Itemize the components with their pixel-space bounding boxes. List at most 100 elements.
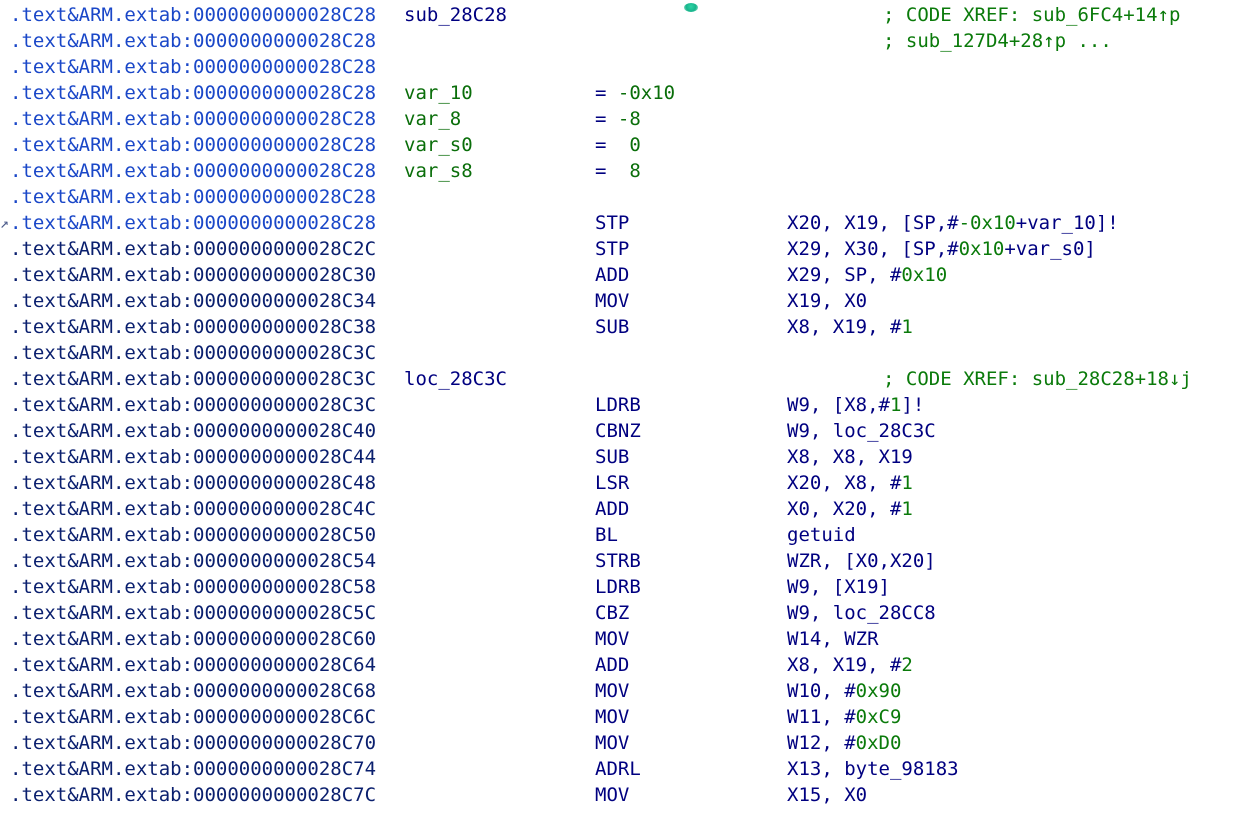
mnemonic[interactable]: MOV — [595, 704, 629, 730]
listing-row[interactable]: .text&ARM.extab:0000000000028C3C loc_28C3… — [0, 366, 1248, 392]
stack-offset-value[interactable]: = -0x10 — [595, 80, 675, 106]
address[interactable]: .text&ARM.extab:0000000000028C50 — [10, 522, 376, 548]
operands[interactable]: W14, WZR — [787, 626, 879, 652]
address[interactable]: .text&ARM.extab:0000000000028C28 — [10, 2, 376, 28]
address[interactable]: .text&ARM.extab:0000000000028C4C — [10, 496, 376, 522]
stack-variable[interactable]: var_8 — [404, 106, 461, 132]
operands[interactable]: getuid — [787, 522, 856, 548]
listing-row[interactable]: .text&ARM.extab:0000000000028C44 SUB X8, X… — [0, 444, 1248, 470]
address[interactable]: .text&ARM.extab:0000000000028C38 — [10, 314, 376, 340]
mnemonic[interactable]: LDRB — [595, 574, 641, 600]
listing-row[interactable]: .text&ARM.extab:0000000000028C7C MOV X15, … — [0, 782, 1248, 808]
mnemonic[interactable]: SUB — [595, 444, 629, 470]
stack-offset-value[interactable]: = 8 — [595, 158, 641, 184]
address[interactable]: .text&ARM.extab:0000000000028C40 — [10, 418, 376, 444]
mnemonic[interactable]: SUB — [595, 314, 629, 340]
mnemonic[interactable]: ADRL — [595, 756, 641, 782]
mnemonic[interactable]: ADD — [595, 262, 629, 288]
listing-row[interactable]: .text&ARM.extab:0000000000028C28 — [0, 184, 1248, 210]
listing-row[interactable]: .text&ARM.extab:0000000000028C28 var_s0 = … — [0, 132, 1248, 158]
operands[interactable]: X8, X8, X19 — [787, 444, 913, 470]
operands[interactable]: W11, #0xC9 — [787, 704, 901, 730]
address[interactable]: .text&ARM.extab:0000000000028C28 — [10, 158, 376, 184]
operands[interactable]: X20, X19, [SP,#-0x10+var_10]! — [787, 210, 1119, 236]
address[interactable]: .text&ARM.extab:0000000000028C28 — [10, 210, 376, 236]
mnemonic[interactable]: MOV — [595, 288, 629, 314]
address[interactable]: .text&ARM.extab:0000000000028C7C — [10, 782, 376, 808]
listing-row[interactable]: .text&ARM.extab:0000000000028C60 MOV W14, … — [0, 626, 1248, 652]
code-label[interactable]: sub_28C28 — [404, 2, 507, 28]
listing-row[interactable]: .text&ARM.extab:0000000000028C40 CBNZ W9, … — [0, 418, 1248, 444]
listing-row[interactable]: ↗ .text&ARM.extab:0000000000028C28 STP X20,… — [0, 210, 1248, 236]
mnemonic[interactable]: BL — [595, 522, 618, 548]
address[interactable]: .text&ARM.extab:0000000000028C2C — [10, 236, 376, 262]
listing-row[interactable]: .text&ARM.extab:0000000000028C28 ; sub_12… — [0, 28, 1248, 54]
mnemonic[interactable]: LSR — [595, 470, 629, 496]
address[interactable]: .text&ARM.extab:0000000000028C3C — [10, 392, 376, 418]
stack-variable[interactable]: var_s8 — [404, 158, 473, 184]
address[interactable]: .text&ARM.extab:0000000000028C70 — [10, 730, 376, 756]
operands[interactable]: X8, X19, #2 — [787, 652, 913, 678]
stack-variable[interactable]: var_s0 — [404, 132, 473, 158]
code-label[interactable]: loc_28C3C — [404, 366, 507, 392]
mnemonic[interactable]: STP — [595, 210, 629, 236]
operands[interactable]: W9, [X19] — [787, 574, 890, 600]
mnemonic[interactable]: CBZ — [595, 600, 629, 626]
xref-comment[interactable]: ; sub_127D4+28↑p ... — [883, 28, 1112, 54]
address[interactable]: .text&ARM.extab:0000000000028C68 — [10, 678, 376, 704]
listing-row[interactable]: .text&ARM.extab:0000000000028C54 STRB WZR,… — [0, 548, 1248, 574]
listing-row[interactable]: .text&ARM.extab:0000000000028C30 ADD X29, … — [0, 262, 1248, 288]
mnemonic[interactable]: ADD — [595, 496, 629, 522]
listing-row[interactable]: .text&ARM.extab:0000000000028C3C LDRB W9, … — [0, 392, 1248, 418]
stack-offset-value[interactable]: = -8 — [595, 106, 641, 132]
address[interactable]: .text&ARM.extab:0000000000028C28 — [10, 80, 376, 106]
address[interactable]: .text&ARM.extab:0000000000028C3C — [10, 340, 376, 366]
listing-row[interactable]: .text&ARM.extab:0000000000028C74 ADRL X13,… — [0, 756, 1248, 782]
xref-comment[interactable]: ; CODE XREF: sub_6FC4+14↑p — [883, 2, 1180, 28]
operands[interactable]: X15, X0 — [787, 782, 867, 808]
listing-row[interactable]: .text&ARM.extab:0000000000028C2C STP X29, … — [0, 236, 1248, 262]
listing-row[interactable]: .text&ARM.extab:0000000000028C4C ADD X0, X… — [0, 496, 1248, 522]
listing-row[interactable]: .text&ARM.extab:0000000000028C5C CBZ W9, l… — [0, 600, 1248, 626]
address[interactable]: .text&ARM.extab:0000000000028C28 — [10, 54, 376, 80]
operands[interactable]: WZR, [X0,X20] — [787, 548, 936, 574]
operands[interactable]: W9, loc_28CC8 — [787, 600, 936, 626]
operands[interactable]: W9, [X8,#1]! — [787, 392, 924, 418]
mnemonic[interactable]: STP — [595, 236, 629, 262]
operands[interactable]: W9, loc_28C3C — [787, 418, 936, 444]
listing-row[interactable]: .text&ARM.extab:0000000000028C70 MOV W12, … — [0, 730, 1248, 756]
listing-row[interactable]: .text&ARM.extab:0000000000028C28 var_8 = -… — [0, 106, 1248, 132]
operands[interactable]: W10, #0x90 — [787, 678, 901, 704]
listing-row[interactable]: .text&ARM.extab:0000000000028C28 — [0, 54, 1248, 80]
listing-row[interactable]: .text&ARM.extab:0000000000028C28 var_s8 = … — [0, 158, 1248, 184]
address[interactable]: .text&ARM.extab:0000000000028C54 — [10, 548, 376, 574]
operands[interactable]: X19, X0 — [787, 288, 867, 314]
address[interactable]: .text&ARM.extab:0000000000028C3C — [10, 366, 376, 392]
operands[interactable]: X0, X20, #1 — [787, 496, 913, 522]
listing-row[interactable]: .text&ARM.extab:0000000000028C6C MOV W11, … — [0, 704, 1248, 730]
mnemonic[interactable]: LDRB — [595, 392, 641, 418]
stack-offset-value[interactable]: = 0 — [595, 132, 641, 158]
address[interactable]: .text&ARM.extab:0000000000028C28 — [10, 28, 376, 54]
operands[interactable]: W12, #0xD0 — [787, 730, 901, 756]
listing-row[interactable]: .text&ARM.extab:0000000000028C28 sub_28C2… — [0, 2, 1248, 28]
listing-row[interactable]: .text&ARM.extab:0000000000028C28 var_10 = … — [0, 80, 1248, 106]
address[interactable]: .text&ARM.extab:0000000000028C34 — [10, 288, 376, 314]
listing-row[interactable]: .text&ARM.extab:0000000000028C48 LSR X20, … — [0, 470, 1248, 496]
address[interactable]: .text&ARM.extab:0000000000028C60 — [10, 626, 376, 652]
operands[interactable]: X29, SP, #0x10 — [787, 262, 947, 288]
mnemonic[interactable]: CBNZ — [595, 418, 641, 444]
address[interactable]: .text&ARM.extab:0000000000028C64 — [10, 652, 376, 678]
address[interactable]: .text&ARM.extab:0000000000028C28 — [10, 132, 376, 158]
listing-row[interactable]: .text&ARM.extab:0000000000028C38 SUB X8, X… — [0, 314, 1248, 340]
address[interactable]: .text&ARM.extab:0000000000028C28 — [10, 184, 376, 210]
stack-variable[interactable]: var_10 — [404, 80, 473, 106]
listing-row[interactable]: .text&ARM.extab:0000000000028C50 BL getuid — [0, 522, 1248, 548]
mnemonic[interactable]: MOV — [595, 730, 629, 756]
disassembly-listing[interactable]: .text&ARM.extab:0000000000028C28 sub_28C2… — [0, 2, 1248, 818]
listing-row[interactable]: .text&ARM.extab:0000000000028C3C — [0, 340, 1248, 366]
mnemonic[interactable]: MOV — [595, 782, 629, 808]
mnemonic[interactable]: STRB — [595, 548, 641, 574]
operands[interactable]: X29, X30, [SP,#0x10+var_s0] — [787, 236, 1096, 262]
listing-row[interactable]: .text&ARM.extab:0000000000028C64 ADD X8, X… — [0, 652, 1248, 678]
